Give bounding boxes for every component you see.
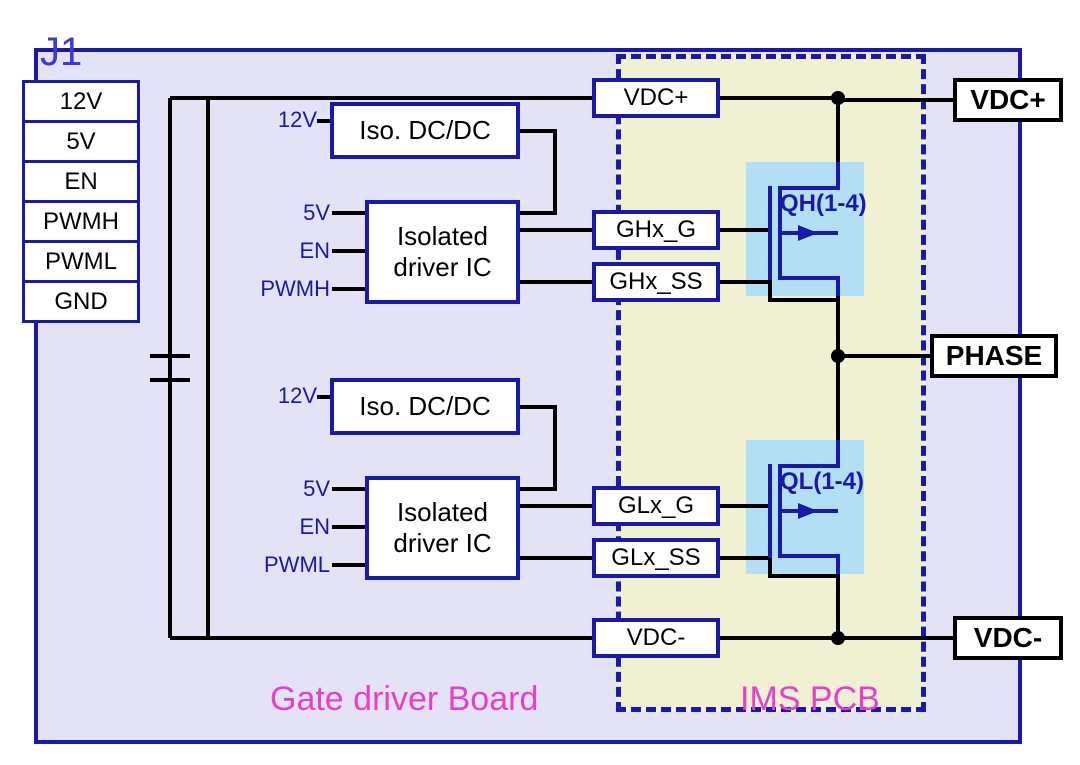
j1-pin-pwmh: PWMH [25,203,137,243]
ghx-ss-box: GHx_SS [592,262,720,302]
ql-fet-area [746,440,864,574]
low-driver-block: Isolated driver IC [365,476,520,580]
j1-pin-gnd: GND [25,283,137,320]
phase-ext: PHASE [930,334,1058,378]
low-dcdc-block: Iso. DC/DC [330,378,520,435]
ghx-g-box: GHx_G [592,210,720,250]
low-dcdc-in-label: 12V [255,383,317,409]
high-dcdc-in-label: 12V [255,107,317,133]
low-driver-in-en: EN [280,514,330,540]
vdc-plus-int-box: VDC+ [592,78,720,118]
vdc-minus-int-box: VDC- [592,618,720,658]
high-driver-in-en: EN [280,238,330,264]
low-driver-in-5v: 5V [280,476,330,502]
ql-label: QL(1-4) [780,468,864,496]
board-title: Gate driver Board [270,680,538,719]
ims-title: IMS PCB [740,680,880,719]
qh-label: QH(1-4) [780,190,867,218]
qh-fet-area [746,162,864,296]
vdc-minus-ext: VDC- [953,616,1063,660]
high-dcdc-block: Iso. DC/DC [330,102,520,159]
j1-pin-12v: 12V [25,83,137,123]
j1-connector: 12V 5V EN PWMH PWML GND [22,80,140,323]
j1-title: J1 [40,30,82,75]
diagram-canvas: J1 12V 5V EN PWMH PWML GND Iso. DC/DC 12… [0,0,1080,765]
j1-pin-pwml: PWML [25,243,137,283]
j1-pin-en: EN [25,163,137,203]
j1-pin-5v: 5V [25,123,137,163]
glx-g-box: GLx_G [592,486,720,526]
ims-pcb-region [616,54,926,712]
vdc-plus-ext: VDC+ [953,78,1063,122]
high-driver-in-pwmh: PWMH [251,276,330,302]
glx-ss-box: GLx_SS [592,538,720,578]
high-driver-block: Isolated driver IC [365,200,520,304]
low-driver-in-pwml: PWML [251,552,330,578]
high-driver-in-5v: 5V [280,200,330,226]
